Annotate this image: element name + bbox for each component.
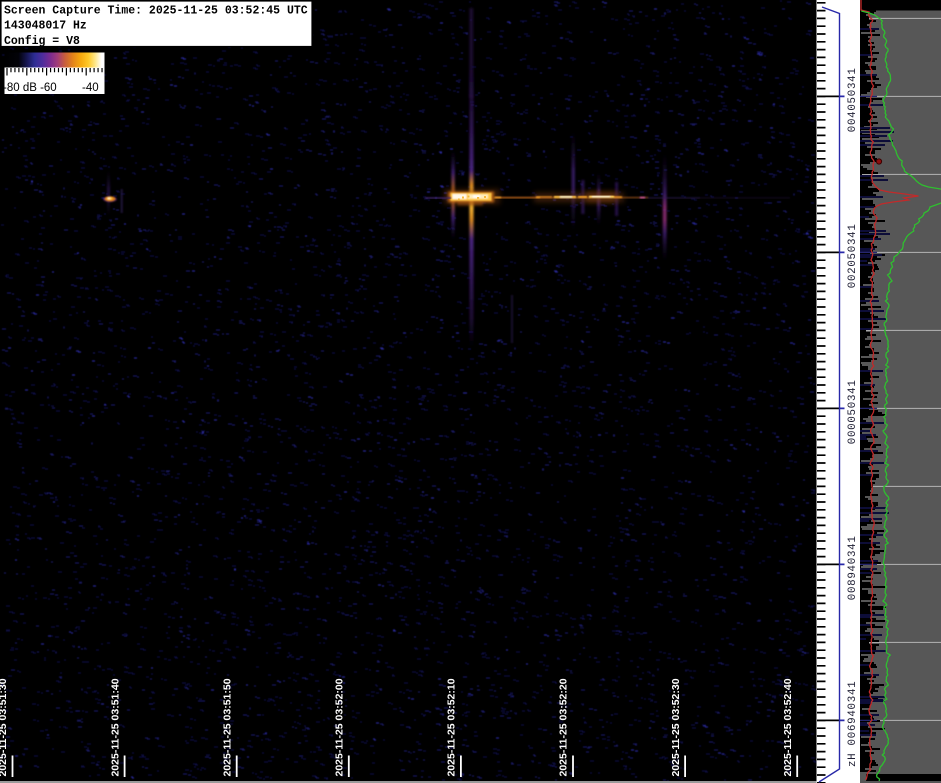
svg-text:2: 2 (847, 267, 859, 273)
svg-text:0: 0 (847, 431, 859, 437)
svg-text:0: 0 (847, 119, 859, 125)
svg-text:5: 5 (847, 409, 859, 415)
svg-text:0: 0 (847, 126, 859, 132)
svg-text:6: 6 (847, 725, 859, 731)
svg-text:0: 0 (847, 275, 859, 281)
svg-text:5: 5 (847, 97, 859, 103)
svg-text:4: 4 (847, 387, 859, 393)
svg-text:9: 9 (847, 717, 859, 723)
svg-text:3: 3 (847, 551, 859, 557)
svg-text:2025-11-25 03:51:30: 2025-11-25 03:51:30 (0, 678, 9, 776)
svg-text:2025-11-25 03:52:00: 2025-11-25 03:52:00 (334, 678, 346, 776)
svg-text:0: 0 (847, 90, 859, 96)
svg-text:4: 4 (847, 231, 859, 237)
svg-text:-80 dB -60: -80 dB -60 (3, 82, 57, 94)
svg-text:3: 3 (847, 239, 859, 245)
svg-text:9: 9 (847, 572, 859, 578)
svg-text:0: 0 (847, 587, 859, 593)
svg-text:4: 4 (847, 565, 859, 571)
svg-text:0: 0 (847, 260, 859, 266)
svg-text:5: 5 (847, 253, 859, 259)
svg-text:Config = V8: Config = V8 (4, 35, 80, 48)
svg-text:2025-11-25 03:51:40: 2025-11-25 03:51:40 (109, 678, 121, 776)
svg-text:0: 0 (847, 282, 859, 288)
svg-text:0: 0 (847, 594, 859, 600)
svg-text:4: 4 (847, 689, 859, 695)
svg-text:143048017 Hz: 143048017 Hz (4, 20, 87, 33)
svg-text:8: 8 (847, 579, 859, 585)
svg-text:1: 1 (847, 380, 859, 386)
svg-text:2025-11-25 03:52:40: 2025-11-25 03:52:40 (782, 678, 794, 776)
svg-text:4: 4 (847, 710, 859, 716)
svg-text:2025-11-25 03:52:10: 2025-11-25 03:52:10 (446, 678, 458, 776)
svg-text:4: 4 (847, 75, 859, 81)
svg-text:1: 1 (847, 536, 859, 542)
svg-text:3: 3 (847, 395, 859, 401)
svg-text:4: 4 (847, 111, 859, 117)
svg-text:3: 3 (847, 696, 859, 702)
svg-text:1: 1 (847, 224, 859, 230)
svg-text:0: 0 (847, 703, 859, 709)
svg-text:2025-11-25 03:51:50: 2025-11-25 03:51:50 (221, 678, 233, 776)
svg-text:0: 0 (847, 558, 859, 564)
svg-text:2025-11-25 03:52:20: 2025-11-25 03:52:20 (558, 678, 570, 776)
svg-text:0: 0 (847, 104, 859, 110)
svg-text:0: 0 (847, 423, 859, 429)
svg-text:3: 3 (847, 83, 859, 89)
svg-text:z: z (847, 761, 859, 767)
svg-text:0: 0 (847, 416, 859, 422)
svg-text:-40: -40 (82, 82, 99, 94)
svg-text:0: 0 (847, 438, 859, 444)
svg-text:0: 0 (847, 739, 859, 745)
svg-text:1: 1 (847, 681, 859, 687)
svg-text:0: 0 (847, 246, 859, 252)
svg-text:4: 4 (847, 543, 859, 549)
svg-text:2025-11-25 03:52:30: 2025-11-25 03:52:30 (670, 678, 682, 776)
svg-text:H: H (847, 753, 859, 759)
svg-text:0: 0 (847, 402, 859, 408)
svg-text:0: 0 (847, 732, 859, 738)
svg-text:1: 1 (847, 68, 859, 74)
svg-text:Screen Capture Time: 2025-11-2: Screen Capture Time: 2025-11-25 03:52:45… (4, 5, 308, 18)
